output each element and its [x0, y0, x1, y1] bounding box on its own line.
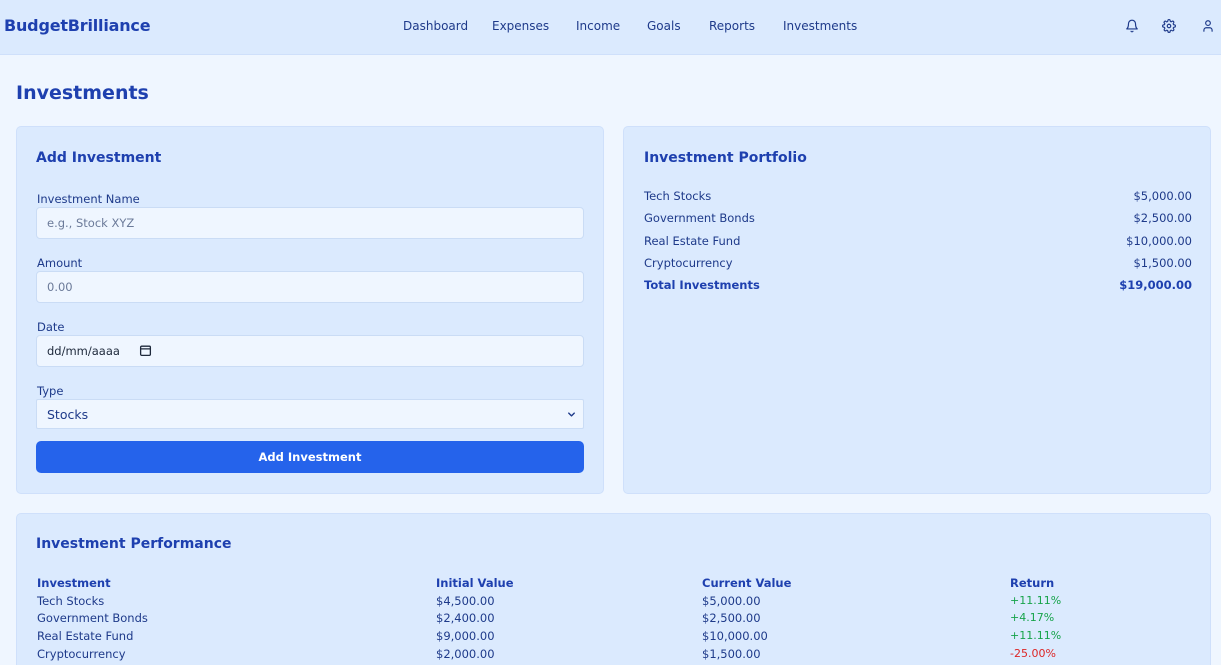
cell-investment: Tech Stocks — [37, 593, 105, 608]
portfolio-list: Tech Stocks $5,000.00 Government Bonds $… — [644, 189, 1192, 300]
cell-investment: Real Estate Fund — [37, 629, 134, 644]
table-row: Cryptocurrency $2,000.00 $1,500.00 -25.0… — [37, 647, 1197, 665]
cell-current-value: $1,500.00 — [702, 646, 761, 661]
nav-item-income[interactable]: Income — [576, 19, 620, 33]
add-investment-card: Add Investment Investment Name Amount Da… — [16, 126, 604, 494]
cell-current-value: $5,000.00 — [702, 593, 761, 608]
portfolio-total-label: Total Investments — [644, 278, 760, 293]
cell-current-value: $10,000.00 — [702, 629, 768, 644]
type-label: Type — [37, 384, 64, 398]
table-row: Real Estate Fund $9,000.00 $10,000.00 +1… — [37, 629, 1197, 647]
portfolio-item-value: $10,000.00 — [1126, 233, 1192, 248]
add-investment-title: Add Investment — [36, 150, 162, 166]
column-header-current-value: Current Value — [702, 576, 792, 590]
column-header-return: Return — [1010, 576, 1055, 590]
cell-initial-value: $2,400.00 — [436, 611, 495, 626]
nav-item-dashboard[interactable]: Dashboard — [403, 19, 468, 33]
cell-initial-value: $9,000.00 — [436, 629, 495, 644]
date-label: Date — [37, 320, 65, 334]
main-nav: Dashboard Expenses Income Goals Reports … — [0, 19, 1221, 37]
bell-icon[interactable] — [1125, 19, 1139, 33]
portfolio-item-name: Real Estate Fund — [644, 233, 741, 248]
type-select[interactable]: Stocks — [36, 399, 584, 429]
nav-item-goals[interactable]: Goals — [647, 19, 681, 33]
portfolio-item: Cryptocurrency $1,500.00 — [644, 256, 1192, 278]
portfolio-item-value: $1,500.00 — [1133, 255, 1192, 270]
portfolio-total-row: Total Investments $19,000.00 — [644, 278, 1192, 300]
nav-item-reports[interactable]: Reports — [709, 19, 755, 33]
add-investment-button[interactable]: Add Investment — [36, 441, 584, 473]
cell-investment: Cryptocurrency — [37, 646, 126, 661]
portfolio-total-value: $19,000.00 — [1119, 278, 1192, 293]
column-header-investment: Investment — [37, 576, 111, 590]
portfolio-item-name: Government Bonds — [644, 211, 755, 226]
portfolio-item: Government Bonds $2,500.00 — [644, 211, 1192, 233]
portfolio-item: Real Estate Fund $10,000.00 — [644, 234, 1192, 256]
portfolio-item-value: $5,000.00 — [1133, 189, 1192, 203]
cell-initial-value: $4,500.00 — [436, 593, 495, 608]
cell-return: +11.11% — [1010, 593, 1062, 607]
cell-return: +4.17% — [1010, 611, 1055, 625]
user-icon[interactable] — [1201, 19, 1215, 33]
cell-return: -25.00% — [1010, 646, 1056, 660]
investment-name-label: Investment Name — [37, 192, 140, 206]
chevron-down-icon — [566, 409, 577, 420]
portfolio-item-value: $2,500.00 — [1133, 211, 1192, 226]
date-placeholder: dd/mm/aaaa — [47, 344, 120, 358]
page-title: Investments — [16, 82, 149, 104]
gear-icon[interactable] — [1162, 19, 1176, 33]
top-navbar: BudgetBrilliance Dashboard Expenses Inco… — [0, 0, 1221, 55]
date-input[interactable]: dd/mm/aaaa — [36, 335, 584, 367]
calendar-icon[interactable] — [139, 344, 152, 357]
investment-name-input[interactable] — [36, 207, 584, 239]
column-header-initial-value: Initial Value — [436, 576, 514, 590]
table-row: Government Bonds $2,400.00 $2,500.00 +4.… — [37, 611, 1197, 629]
portfolio-item-name: Tech Stocks — [644, 189, 712, 203]
table-row: Tech Stocks $4,500.00 $5,000.00 +11.11% — [37, 594, 1197, 612]
nav-item-expenses[interactable]: Expenses — [492, 19, 549, 33]
portfolio-item: Tech Stocks $5,000.00 — [644, 189, 1192, 211]
nav-item-investments[interactable]: Investments — [783, 19, 857, 33]
performance-card: Investment Performance Investment Initia… — [16, 513, 1211, 665]
cell-return: +11.11% — [1010, 629, 1062, 643]
cell-investment: Government Bonds — [37, 611, 148, 626]
portfolio-item-name: Cryptocurrency — [644, 255, 733, 270]
portfolio-card: Investment Portfolio Tech Stocks $5,000.… — [623, 126, 1211, 494]
cell-current-value: $2,500.00 — [702, 611, 761, 626]
performance-title: Investment Performance — [36, 536, 232, 552]
amount-label: Amount — [37, 256, 83, 270]
cell-initial-value: $2,000.00 — [436, 646, 495, 661]
table-header-row: Investment Initial Value Current Value R… — [37, 576, 1197, 594]
performance-table: Investment Initial Value Current Value R… — [37, 576, 1197, 664]
portfolio-title: Investment Portfolio — [644, 150, 807, 166]
amount-input[interactable] — [36, 271, 584, 303]
type-selected-value: Stocks — [47, 407, 89, 422]
